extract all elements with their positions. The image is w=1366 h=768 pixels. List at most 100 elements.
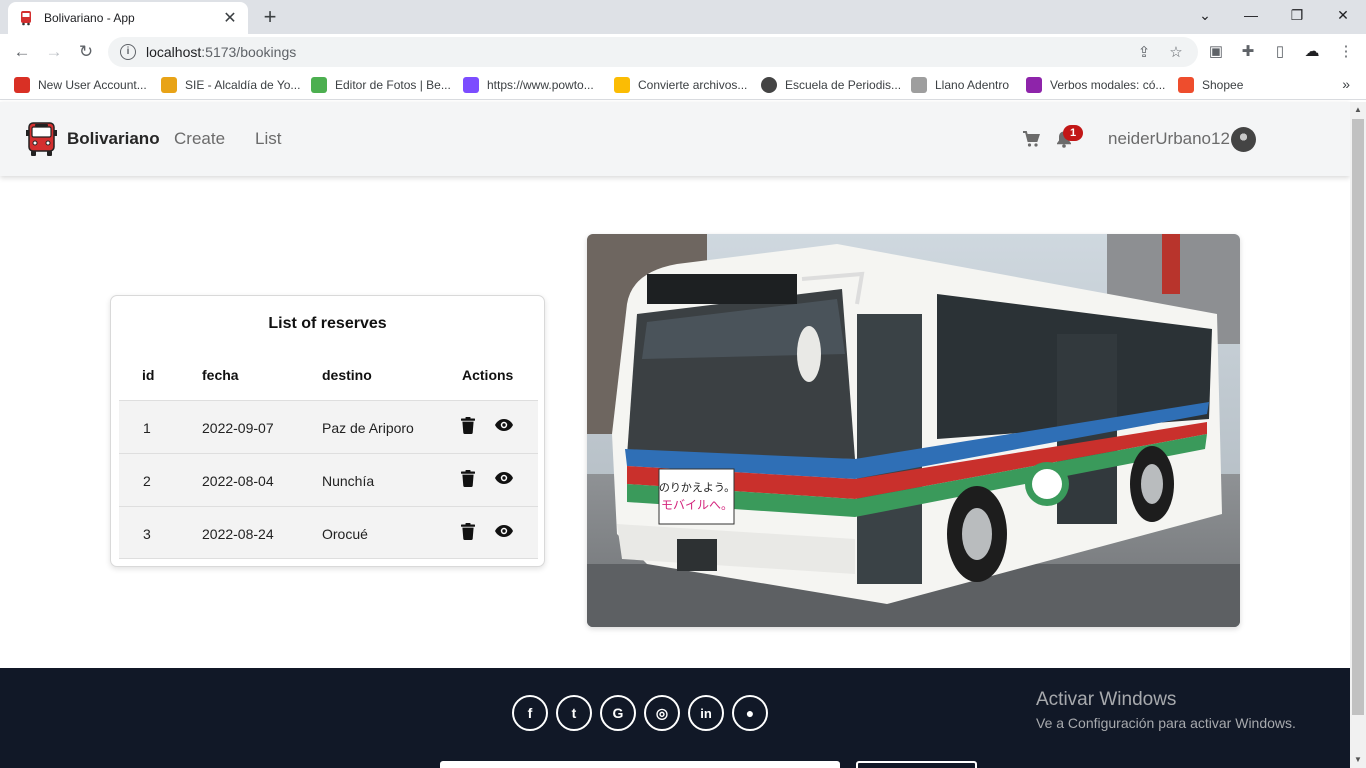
- bookmark-label: Convierte archivos...: [638, 78, 748, 92]
- minimize-icon[interactable]: —: [1228, 0, 1274, 30]
- facebook-icon[interactable]: f: [512, 695, 548, 731]
- bookmark-label: Escuela de Periodis...: [785, 78, 902, 92]
- bookmark-label: Editor de Fotos | Be...: [335, 78, 451, 92]
- nav-link-create[interactable]: Create: [174, 129, 225, 149]
- bookmark-item[interactable]: Verbos modales: có...: [1026, 76, 1165, 94]
- bookmark-favicon-icon: [14, 77, 30, 93]
- share-icon[interactable]: ⇪: [1134, 43, 1154, 63]
- site-info-icon[interactable]: i: [120, 44, 136, 60]
- window-close-icon[interactable]: ✕: [1320, 0, 1366, 30]
- trash-icon[interactable]: [461, 417, 475, 434]
- bookmark-label: https://www.powto...: [487, 78, 594, 92]
- reload-icon[interactable]: ↻: [74, 40, 98, 64]
- browser-tab[interactable]: Bolivariano - App ✕: [8, 2, 248, 34]
- bookmark-star-icon[interactable]: ☆: [1166, 43, 1186, 63]
- bus-illustration: のりかえよう。 モバイルへ。: [587, 234, 1240, 627]
- tab-close-icon[interactable]: ✕: [222, 8, 238, 28]
- eye-icon[interactable]: [495, 472, 513, 484]
- bookmark-favicon-icon: [761, 77, 777, 93]
- cell-destino: Nunchía: [322, 473, 375, 489]
- cell-id: 2: [143, 473, 151, 489]
- bookmark-favicon-icon: [1026, 77, 1042, 93]
- scroll-thumb[interactable]: [1352, 119, 1364, 715]
- bus-sign-line1: のりかえよう。: [659, 481, 735, 494]
- cell-id: 1: [143, 420, 151, 436]
- instagram-icon[interactable]: ◎: [644, 695, 680, 731]
- bookmark-label: Shopee: [1202, 78, 1244, 92]
- app-navbar: Bolivariano Create List 1 neiderUrbano12: [0, 102, 1350, 176]
- bookmark-item[interactable]: SIE - Alcaldía de Yo...: [161, 76, 300, 94]
- notification-badge: 1: [1063, 125, 1083, 141]
- newsletter-button[interactable]: [856, 761, 977, 768]
- column-header-destino: destino: [322, 367, 372, 383]
- browser-toolbar: ← → ↻ i localhost:5173/bookings ⇪ ☆: [0, 34, 1366, 70]
- bookmark-favicon-icon: [1178, 77, 1194, 93]
- google-icon[interactable]: G: [600, 695, 636, 731]
- avatar[interactable]: [1231, 127, 1256, 152]
- side-panel-icon[interactable]: ▯: [1270, 42, 1290, 62]
- tab-search-icon[interactable]: ⌄: [1182, 0, 1228, 30]
- github-icon[interactable]: ●: [732, 695, 768, 731]
- bookmark-item[interactable]: Escuela de Periodis...: [761, 76, 901, 94]
- eye-icon[interactable]: [495, 525, 513, 537]
- table-row: 1 2022-09-07 Paz de Ariporo: [119, 400, 538, 453]
- scroll-up-icon[interactable]: ▲: [1350, 102, 1366, 118]
- extensions-icon[interactable]: ✚: [1238, 42, 1258, 62]
- page-scrollbar[interactable]: ▲ ▼: [1350, 102, 1366, 768]
- bookmark-favicon-icon: [614, 77, 630, 93]
- trash-icon[interactable]: [461, 523, 475, 540]
- bus-favicon-icon: [21, 11, 31, 26]
- bookmark-label: Verbos modales: có...: [1050, 78, 1166, 92]
- twitter-icon[interactable]: t: [556, 695, 592, 731]
- bookmark-favicon-icon: [161, 77, 177, 93]
- bookmark-item[interactable]: Convierte archivos...: [614, 76, 747, 94]
- footer: f t G ◎ in ● Activar Windows Ve a Config…: [0, 668, 1350, 768]
- back-icon[interactable]: ←: [10, 40, 34, 64]
- bookmark-label: New User Account...: [38, 78, 147, 92]
- column-header-id: id: [142, 367, 155, 383]
- restore-icon[interactable]: ❐: [1274, 0, 1320, 30]
- bus-photo: のりかえよう。 モバイルへ。: [587, 234, 1240, 627]
- linkedin-icon[interactable]: in: [688, 695, 724, 731]
- table-row: 2 2022-08-04 Nunchía: [119, 453, 538, 506]
- bookmark-label: Llano Adentro: [935, 78, 1010, 92]
- browser-menu-icon[interactable]: ⋮: [1336, 42, 1356, 62]
- bookmark-item[interactable]: Editor de Fotos | Be...: [311, 76, 451, 94]
- cart-icon[interactable]: [1022, 130, 1040, 148]
- newsletter-input[interactable]: [440, 761, 840, 768]
- windows-activation-title: Activar Windows: [1036, 689, 1177, 710]
- bookmark-favicon-icon: [463, 77, 479, 93]
- forward-icon[interactable]: →: [42, 40, 66, 64]
- column-header-fecha: fecha: [202, 367, 239, 383]
- bookmark-item[interactable]: https://www.powto...: [463, 76, 594, 94]
- bookmarks-bar: New User Account... SIE - Alcaldía de Yo…: [0, 70, 1366, 100]
- bookmark-item[interactable]: New User Account...: [14, 76, 147, 94]
- profile-hat-icon[interactable]: ☁: [1302, 42, 1322, 62]
- cell-destino: Orocué: [322, 526, 368, 542]
- bookmarks-overflow-icon[interactable]: »: [1342, 76, 1350, 92]
- bus-logo-icon[interactable]: [26, 121, 57, 157]
- url-path: :5173/bookings: [201, 44, 297, 60]
- brand-name[interactable]: Bolivariano: [67, 129, 160, 149]
- new-tab-icon[interactable]: +: [258, 5, 282, 29]
- bookmark-favicon-icon: [911, 77, 927, 93]
- nav-link-list[interactable]: List: [255, 129, 281, 149]
- reserves-card: List of reserves id fecha destino Action…: [110, 295, 545, 567]
- windows-activation-subtitle: Ve a Configuración para activar Windows.: [1036, 715, 1296, 731]
- cell-fecha: 2022-09-07: [202, 420, 274, 436]
- column-header-actions: Actions: [462, 367, 514, 383]
- scroll-down-icon[interactable]: ▼: [1350, 752, 1366, 768]
- eye-icon[interactable]: [495, 419, 513, 431]
- table-row: 3 2022-08-24 Orocué: [119, 506, 538, 559]
- bookmark-item[interactable]: Llano Adentro: [911, 76, 1009, 94]
- cell-fecha: 2022-08-24: [202, 526, 274, 542]
- tab-title: Bolivariano - App: [44, 11, 135, 25]
- bookmark-item[interactable]: Shopee: [1178, 76, 1243, 94]
- cast-icon[interactable]: ▣: [1206, 42, 1226, 62]
- address-bar[interactable]: i localhost:5173/bookings ⇪ ☆: [108, 37, 1198, 67]
- browser-tab-strip: Bolivariano - App ✕ + ⌄ — ❐ ✕: [0, 0, 1366, 34]
- url-host: localhost: [146, 44, 202, 60]
- cell-destino: Paz de Ariporo: [322, 420, 414, 436]
- trash-icon[interactable]: [461, 470, 475, 487]
- username[interactable]: neiderUrbano12: [1108, 129, 1230, 149]
